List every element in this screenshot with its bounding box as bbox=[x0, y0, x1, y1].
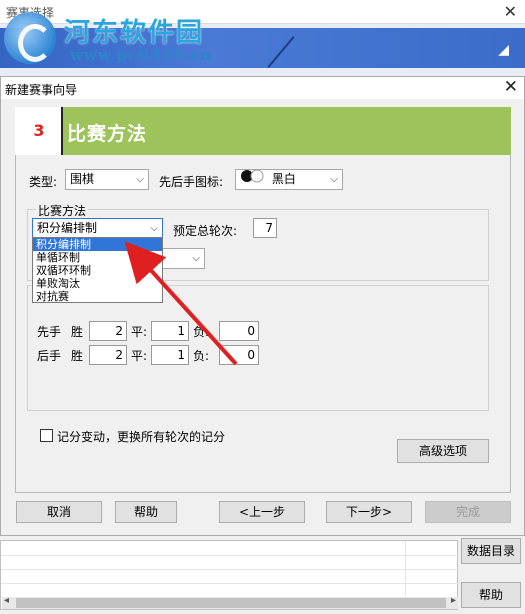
second-draw-input[interactable]: 1 bbox=[151, 345, 189, 365]
cancel-button[interactable]: 取消 bbox=[16, 501, 102, 523]
new-event-wizard-dialog: 新建赛事向导 ✕ 3 比赛方法 类型: 围棋 ⌵ 先后手图标: 黑白 ⌵ 比赛方… bbox=[0, 76, 525, 536]
grid-row-divider bbox=[1, 555, 459, 556]
first-icon-select-value: 黑白 bbox=[271, 172, 296, 186]
scroll-left-icon[interactable]: ◂ bbox=[4, 595, 9, 606]
step-number-box: 3 bbox=[15, 107, 63, 155]
method-option[interactable]: 双循环环制 bbox=[33, 264, 162, 277]
advanced-options-button[interactable]: 高级选项 bbox=[397, 439, 489, 463]
second-lose-input[interactable]: 0 bbox=[219, 345, 259, 365]
lose-label: 负: bbox=[193, 349, 210, 363]
rounds-label: 预定总轮次: bbox=[173, 224, 238, 238]
help-button[interactable]: 帮助 bbox=[115, 501, 177, 523]
type-select[interactable]: 围棋 ⌵ bbox=[65, 169, 149, 190]
scrollbar-thumb[interactable] bbox=[16, 598, 446, 608]
method-select[interactable]: 积分编排制 ⌵ bbox=[32, 218, 163, 239]
chevron-down-icon: ⌵ bbox=[192, 253, 200, 264]
data-directory-button[interactable]: 数据目录 bbox=[461, 538, 521, 564]
change-all-rounds-checkbox[interactable] bbox=[40, 429, 53, 442]
watermark-logo-icon bbox=[4, 12, 56, 64]
draw-label: 平: bbox=[131, 325, 148, 339]
type-label: 类型: bbox=[29, 175, 58, 189]
method-option[interactable]: 单败淘汰 bbox=[33, 277, 162, 290]
dialog-titlebar: 新建赛事向导 ✕ bbox=[1, 77, 524, 99]
first-player-label: 先手 bbox=[37, 325, 62, 339]
method-option[interactable]: 对抗赛 bbox=[33, 290, 162, 303]
step-title: 比赛方法 bbox=[67, 123, 148, 145]
second-player-label: 后手 bbox=[37, 349, 62, 363]
lose-label: 负: bbox=[193, 325, 210, 339]
first-win-input[interactable]: 2 bbox=[89, 321, 127, 341]
step-number: 3 bbox=[33, 121, 45, 140]
banner-arrow-icon[interactable]: ◢ bbox=[498, 42, 509, 58]
method-group-label: 比赛方法 bbox=[36, 202, 89, 219]
chevron-down-icon: ⌵ bbox=[150, 223, 158, 234]
type-select-value: 围棋 bbox=[70, 172, 95, 186]
draw-label: 平: bbox=[131, 349, 148, 363]
first-icon-select[interactable]: 黑白 ⌵ bbox=[235, 169, 343, 190]
data-grid[interactable]: ◂ ▸ bbox=[0, 540, 459, 610]
method-select-value: 积分编排制 bbox=[37, 221, 98, 235]
method-option[interactable]: 积分编排制 bbox=[33, 238, 162, 251]
second-win-input[interactable]: 2 bbox=[89, 345, 127, 365]
win-label: 胜 bbox=[71, 325, 84, 339]
chevron-down-icon: ⌵ bbox=[136, 174, 144, 185]
scroll-right-icon[interactable]: ▸ bbox=[451, 595, 456, 606]
win-label: 胜 bbox=[71, 349, 84, 363]
first-lose-input[interactable]: 0 bbox=[219, 321, 259, 341]
change-all-rounds-label: 记分变动，更换所有轮次的记分 bbox=[57, 430, 226, 444]
watermark-url: www.pc0359.cn bbox=[70, 46, 213, 64]
dialog-title: 新建赛事向导 bbox=[5, 83, 78, 97]
dialog-close-icon[interactable]: ✕ bbox=[504, 77, 518, 97]
method-dropdown-list[interactable]: 积分编排制 单循环制 双循环环制 单败淘汰 对抗赛 bbox=[32, 237, 163, 303]
parent-help-button[interactable]: 帮助 bbox=[461, 582, 521, 608]
grid-row-divider bbox=[1, 583, 459, 584]
next-step-button[interactable]: 下一步> bbox=[326, 501, 412, 523]
first-icon-label: 先后手图标: bbox=[159, 175, 224, 189]
grid-col-divider bbox=[405, 541, 406, 597]
horizontal-scrollbar[interactable]: ◂ ▸ bbox=[2, 595, 458, 609]
chevron-down-icon: ⌵ bbox=[330, 174, 338, 185]
prev-step-button[interactable]: <上一步 bbox=[219, 501, 305, 523]
finish-button: 完成 bbox=[425, 501, 511, 523]
rounds-input[interactable]: 7 bbox=[253, 218, 277, 238]
first-draw-input[interactable]: 1 bbox=[151, 321, 189, 341]
grid-row-divider bbox=[1, 569, 459, 570]
watermark-title: 河东软件园 bbox=[64, 18, 205, 48]
parent-close-icon[interactable]: ✕ bbox=[504, 2, 517, 21]
parent-bottom-area: ◂ ▸ 数据目录 帮助 bbox=[0, 536, 525, 614]
black-white-stones-icon bbox=[240, 169, 268, 189]
step-header: 3 比赛方法 bbox=[15, 107, 511, 155]
method-option[interactable]: 单循环制 bbox=[33, 251, 162, 264]
